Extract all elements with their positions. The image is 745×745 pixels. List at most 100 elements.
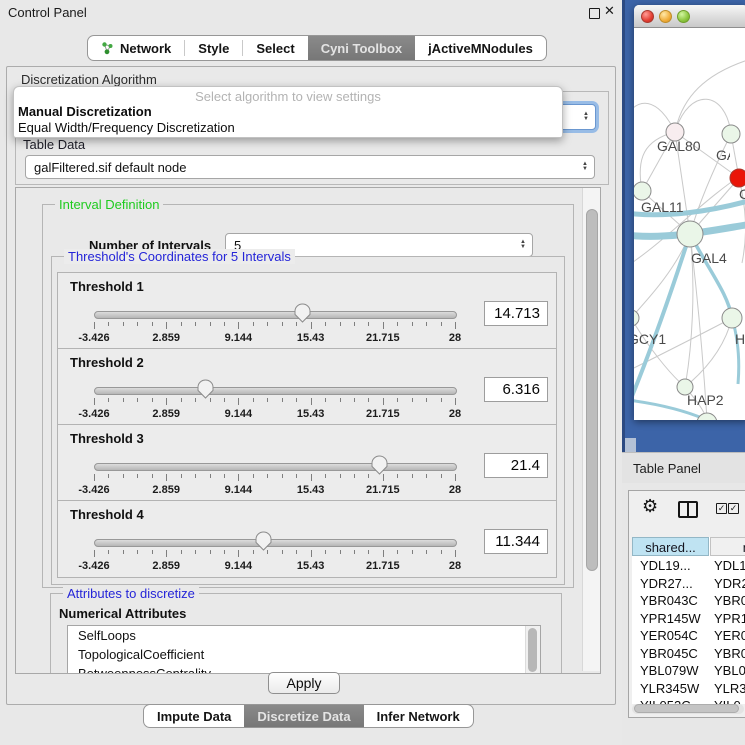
threshold-slider[interactable]: -3.4262.8599.14415.4321.71528: [94, 455, 455, 499]
scrollbar-thumb[interactable]: [528, 628, 537, 672]
network-node-selected-red[interactable]: [730, 169, 745, 187]
checkbox-icon[interactable]: ✓: [728, 503, 739, 514]
cell-name: YBL0: [714, 662, 745, 680]
network-graph: [634, 28, 745, 420]
zoom-traffic-light-icon[interactable]: [677, 10, 690, 23]
tick-label: 2.859: [136, 560, 196, 572]
node-table: shared... na YDL19...YDL1YDR27...YDR2YBR…: [632, 537, 745, 704]
apply-button[interactable]: Apply: [268, 672, 340, 694]
network-node-right-mid[interactable]: [722, 308, 742, 328]
tick-label: 21.715: [353, 408, 413, 420]
tab-network[interactable]: Network: [88, 36, 184, 60]
network-node-gcy1[interactable]: [634, 310, 639, 326]
network-node-top-right[interactable]: [722, 125, 740, 143]
bottom-tab-bar: Impute DataDiscretize DataInfer Network: [143, 704, 474, 728]
threshold-slider[interactable]: -3.4262.8599.14415.4321.71528: [94, 531, 455, 575]
threshold-label: Threshold 2: [70, 355, 144, 370]
scrollbar-thumb[interactable]: [634, 704, 739, 713]
slider-tick-labels: -3.4262.8599.14415.4321.71528: [94, 484, 455, 496]
tab-style[interactable]: Style: [185, 36, 242, 60]
network-window[interactable]: GAL80GACGAL11GAL4GCY1HHAP2: [634, 5, 745, 420]
tick-label: 21.715: [353, 332, 413, 344]
tab-cyni-toolbox[interactable]: Cyni Toolbox: [308, 36, 415, 60]
slider-track[interactable]: [94, 463, 457, 471]
dropdown-prompt: Select algorithm to view settings: [14, 89, 562, 104]
attribute-item[interactable]: TopologicalCoefficient: [68, 646, 540, 664]
slider-thumb[interactable]: [294, 303, 311, 323]
numerical-attributes-label: Numerical Attributes: [59, 606, 186, 621]
table-row[interactable]: YDR27...YDR2: [632, 575, 745, 593]
cell-shared-name: YDR27...: [640, 575, 693, 593]
dropdown-option-equal-width-frequency[interactable]: Equal Width/Frequency Discretization: [18, 120, 235, 135]
tab-jactivemnodules[interactable]: jActiveMNodules: [415, 36, 546, 60]
slider-track[interactable]: [94, 311, 457, 319]
tick-label: 21.715: [353, 560, 413, 572]
threshold-value-field[interactable]: 14.713: [484, 301, 548, 326]
table-row[interactable]: YBR045CYBR0: [632, 645, 745, 663]
tick-label: -3.426: [64, 484, 124, 496]
slider-thumb[interactable]: [197, 379, 214, 399]
table-row[interactable]: YER054CYER0: [632, 627, 745, 645]
threshold-slider[interactable]: -3.4262.8599.14415.4321.71528: [94, 303, 455, 347]
panel-scrollbar[interactable]: [582, 188, 600, 671]
table-data-combobox[interactable]: galFiltered.sif default node ▲▼: [25, 155, 595, 179]
scrollbar-thumb[interactable]: [586, 209, 598, 571]
numerical-attributes-list[interactable]: SelfLoopsTopologicalCoefficientBetweenne…: [67, 625, 541, 674]
slider-track[interactable]: [94, 387, 457, 395]
cell-name: YLR3: [714, 680, 745, 698]
close-traffic-light-icon[interactable]: [641, 10, 654, 23]
network-node-gal4[interactable]: [677, 221, 703, 247]
discretization-algorithm-label: Discretization Algorithm: [21, 72, 157, 87]
chevron-updown-icon: ▲▼: [520, 240, 526, 250]
horizontal-scrollbar[interactable]: [632, 704, 744, 714]
gear-icon[interactable]: ⚙: [642, 496, 658, 517]
threshold-value-field[interactable]: 6.316: [484, 377, 548, 402]
chevron-updown-icon: ▲▼: [582, 162, 588, 172]
thresholds-group: Threshold's Coordinates for 5 Intervals …: [51, 256, 565, 585]
dropdown-option-manual-discretization[interactable]: Manual Discretization: [18, 104, 152, 119]
thresholds-container: Threshold 1-3.4262.8599.14415.4321.71528…: [57, 272, 557, 578]
network-icon: [101, 41, 114, 55]
slider-thumb[interactable]: [371, 455, 388, 475]
network-window-titlebar[interactable]: [634, 5, 745, 28]
control-panel: Control Panel ✕ NetworkStyleSelectCyni T…: [0, 0, 622, 745]
network-node-gal11[interactable]: [634, 182, 651, 200]
attribute-item[interactable]: SelfLoops: [68, 627, 540, 645]
tab-discretize-data[interactable]: Discretize Data: [244, 705, 363, 727]
table-panel-title: Table Panel: [633, 461, 701, 476]
tick-label: 15.43: [281, 484, 341, 496]
float-window-icon[interactable]: [589, 8, 600, 19]
split-view-icon[interactable]: [678, 501, 698, 518]
slider-track[interactable]: [94, 539, 457, 547]
network-node-bottom[interactable]: [697, 413, 717, 420]
threshold-value-field[interactable]: 11.344: [484, 529, 548, 554]
close-icon[interactable]: ✕: [604, 3, 615, 19]
tab-infer-network[interactable]: Infer Network: [364, 705, 473, 727]
minimize-traffic-light-icon[interactable]: [659, 10, 672, 23]
tab-label: Style: [198, 41, 229, 56]
node-label: GAL4: [691, 250, 727, 266]
checkbox-icon[interactable]: ✓: [716, 503, 727, 514]
chevron-updown-icon: ▲▼: [583, 112, 589, 122]
slider-thumb[interactable]: [255, 531, 272, 551]
table-row[interactable]: YBR043CYBR0: [632, 592, 745, 610]
list-scrollbar[interactable]: [525, 626, 540, 674]
table-row[interactable]: YDL19...YDL1: [632, 557, 745, 575]
table-row[interactable]: YIL052CYIL0: [632, 697, 745, 704]
column-header-shared-name[interactable]: shared...: [632, 537, 709, 556]
threshold-panel: Threshold 1-3.4262.8599.14415.4321.71528…: [57, 272, 557, 350]
tick-label: -3.426: [64, 408, 124, 420]
cell-name: YER0: [714, 627, 745, 645]
tab-select[interactable]: Select: [243, 36, 307, 60]
network-canvas[interactable]: GAL80GACGAL11GAL4GCY1HHAP2: [634, 28, 745, 420]
threshold-value-field[interactable]: 21.4: [484, 453, 548, 478]
tab-impute-data[interactable]: Impute Data: [144, 705, 244, 727]
cell-shared-name: YIL052C: [640, 697, 691, 704]
column-header-name[interactable]: na: [710, 537, 745, 556]
table-row[interactable]: YPR145WYPR1: [632, 610, 745, 628]
threshold-slider[interactable]: -3.4262.8599.14415.4321.71528: [94, 379, 455, 423]
table-row[interactable]: YLR345WYLR3: [632, 680, 745, 698]
table-row[interactable]: YBL079WYBL0: [632, 662, 745, 680]
cell-name: YPR1: [714, 610, 745, 628]
tick-label: 28: [425, 484, 485, 496]
